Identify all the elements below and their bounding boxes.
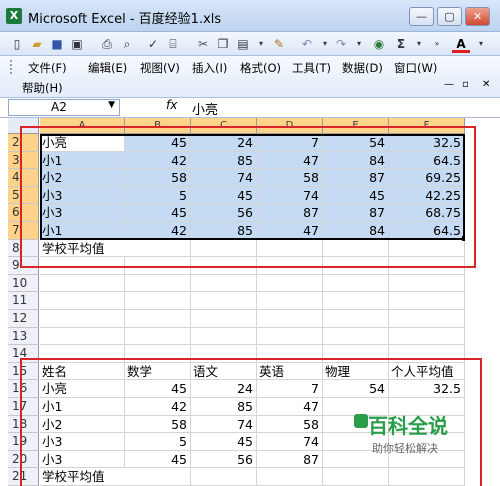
excel-app-icon: X [6,8,22,24]
format-painter-icon[interactable]: ✎ [270,35,288,53]
menu-bar: 文件(F) 编辑(E) 视图(V) 插入(I) 格式(O) 工具(T) 数据(D… [0,56,500,98]
window-title: Microsoft Excel - 百度经验1.xls [28,12,222,27]
cell-f12[interactable] [389,310,465,328]
cell-b12[interactable] [125,310,191,328]
cell-f10[interactable] [389,274,465,293]
cell-e13[interactable] [323,327,389,346]
formula-input[interactable]: 小亮 [192,99,218,118]
cell-a10[interactable] [40,274,125,293]
redo-icon[interactable]: ↷ [332,35,350,53]
cell-c12[interactable] [191,310,257,328]
print-preview-icon[interactable]: ⌕ [118,35,136,53]
open-folder-icon[interactable]: ▰ [28,35,46,53]
maximize-button[interactable]: ▢ [437,7,462,26]
watermark: 百科全说 助你轻松解决 [354,402,494,460]
minimize-button[interactable]: — [409,7,434,26]
cell-c11[interactable] [191,292,257,310]
font-color-icon[interactable]: A [452,35,470,53]
permission-icon[interactable]: ▣ [68,35,86,53]
window-minimize-icon[interactable]: — [444,79,454,90]
paste-dropdown-icon[interactable]: ▾ [252,35,270,53]
cell-f13[interactable] [389,327,465,346]
autosum-dropdown-icon[interactable]: ▾ [410,35,428,53]
window-restore-icon[interactable]: ▫ [462,79,469,90]
cell-c10[interactable] [191,274,257,293]
row-header-11[interactable]: 11 [8,292,39,310]
close-button[interactable]: ✕ [465,7,490,26]
window-close-icon[interactable]: ✕ [482,79,490,90]
title-bar: X Microsoft Excel - 百度经验1.xls — ▢ ✕ [0,0,500,32]
research-icon[interactable]: ⌸ [164,35,182,53]
name-box[interactable]: A2 ▼ [8,99,120,116]
font-color-dropdown-icon[interactable]: ▾ [472,35,490,53]
row-header-13[interactable]: 13 [8,327,39,346]
menu-view[interactable]: 视图(V) [140,60,180,76]
name-box-value: A2 [51,100,67,114]
cut-icon[interactable]: ✂ [194,35,212,53]
cell-e12[interactable] [323,310,389,328]
menu-tools[interactable]: 工具(T) [292,60,331,76]
cell-b13[interactable] [125,327,191,346]
formula-bar: A2 ▼ fx 小亮 [0,98,500,118]
menu-format[interactable]: 格式(O) [240,60,281,76]
highlight-box-top [20,126,476,268]
standard-toolbar: ▯ ▰ ■ ▣ ⎙ ⌕ ✓ ⌸ ✂ ❐ ▤ ▾ ✎ ↶ ▾ ↷ ▾ ◉ Σ ▾ … [0,32,500,56]
cell-c13[interactable] [191,327,257,346]
menu-data[interactable]: 数据(D) [342,60,383,76]
fx-icon[interactable]: fx [166,98,177,112]
save-icon[interactable]: ■ [48,35,66,53]
hyperlink-icon[interactable]: ◉ [370,35,388,53]
redo-dropdown-icon[interactable]: ▾ [350,35,368,53]
autosum-icon[interactable]: Σ [392,35,410,53]
cell-a12[interactable] [40,310,125,328]
watermark-logo-icon [354,414,368,428]
cell-d10[interactable] [257,274,323,293]
menu-window[interactable]: 窗口(W) [394,60,437,76]
paste-icon[interactable]: ▤ [234,35,252,53]
toolbar-options-icon[interactable]: » [428,35,446,53]
row-header-10[interactable]: 10 [8,274,39,293]
cell-d13[interactable] [257,327,323,346]
cell-a11[interactable] [40,292,125,310]
menu-insert[interactable]: 插入(I) [192,60,227,76]
cell-d11[interactable] [257,292,323,310]
menu-edit[interactable]: 编辑(E) [88,60,127,76]
cell-f11[interactable] [389,292,465,310]
print-icon[interactable]: ⎙ [98,35,116,53]
row-header-12[interactable]: 12 [8,310,39,328]
cell-b10[interactable] [125,274,191,293]
undo-icon[interactable]: ↶ [298,35,316,53]
watermark-title: 百科全说 [368,414,448,438]
copy-icon[interactable]: ❐ [214,35,232,53]
cell-e11[interactable] [323,292,389,310]
menu-help[interactable]: 帮助(H) [22,80,63,96]
cell-b11[interactable] [125,292,191,310]
name-box-dropdown-icon[interactable]: ▼ [108,100,115,110]
cell-a13[interactable] [40,327,125,346]
new-file-icon[interactable]: ▯ [8,35,26,53]
cell-e10[interactable] [323,274,389,293]
menu-file[interactable]: 文件(F) [28,60,67,76]
menu-grip-icon [10,60,24,74]
cell-d12[interactable] [257,310,323,328]
spelling-icon[interactable]: ✓ [144,35,162,53]
watermark-subtitle: 助你轻松解决 [372,442,438,455]
